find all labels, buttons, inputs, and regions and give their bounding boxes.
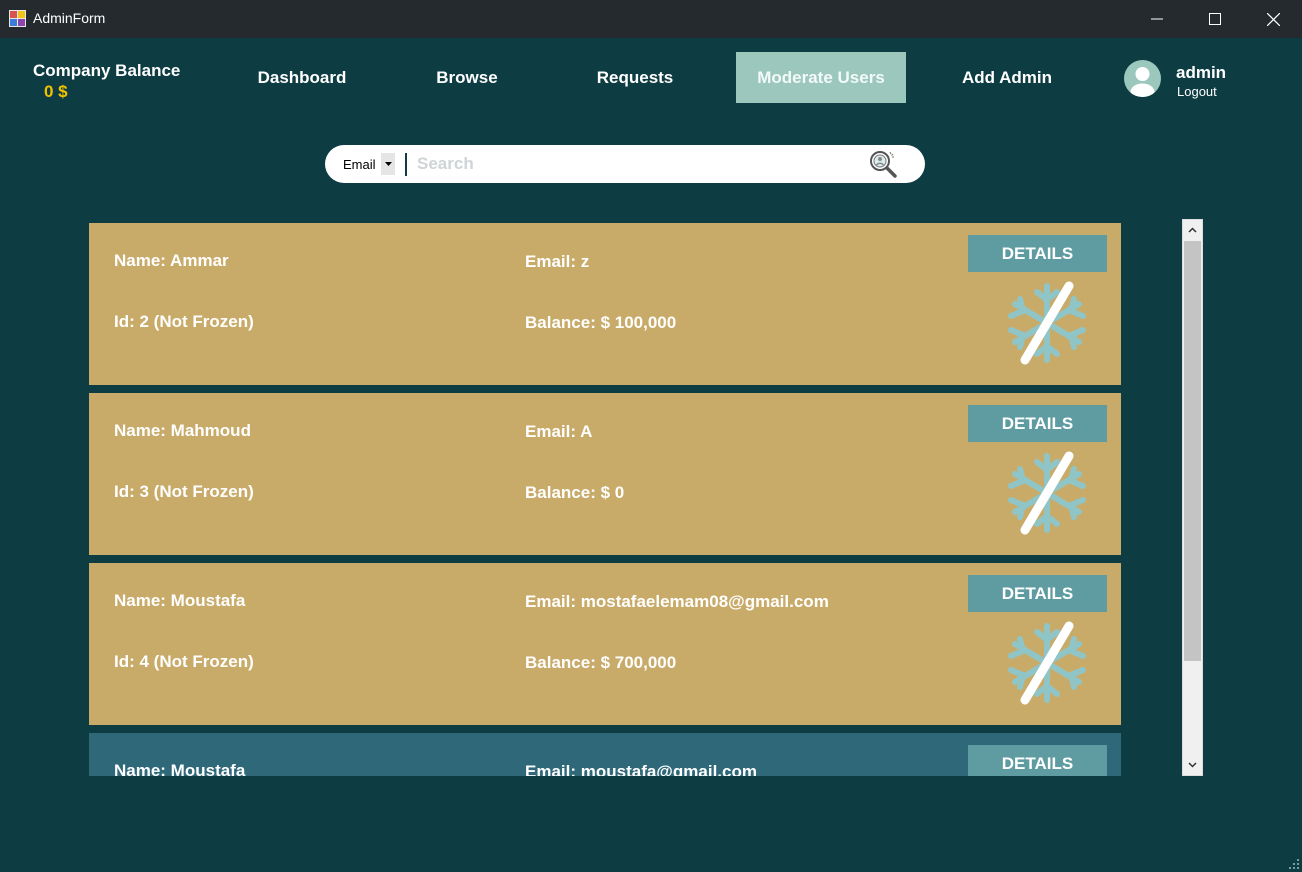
user-card: Name: Moustafa Id: 4 (Not Frozen) Email:… [89,563,1121,725]
unfreeze-icon[interactable] [1003,450,1091,536]
nav-add-admin[interactable]: Add Admin [930,52,1084,103]
list-scrollbar[interactable] [1182,219,1203,776]
search-filter-value: Email [343,156,376,172]
company-balance-value: 0 $ [44,82,68,101]
nav-browse[interactable]: Browse [400,52,534,103]
user-id-status-text: Id: 4 (Not Frozen) [114,652,254,671]
logout-link[interactable]: Logout [1177,84,1217,99]
window-title: AdminForm [33,10,106,26]
nav-dashboard[interactable]: Dashboard [226,52,378,103]
unfreeze-icon[interactable] [1003,280,1091,366]
search-divider [405,153,407,176]
app-icon [9,10,26,27]
company-balance-label: Company Balance [33,61,181,80]
user-name-text: Name: Mahmoud [114,421,251,440]
minimize-button[interactable] [1128,0,1186,38]
close-button[interactable] [1244,0,1302,38]
maximize-icon [1209,13,1221,25]
details-button[interactable]: DETAILS [968,745,1107,776]
user-name-text: Name: Moustafa [114,591,246,610]
user-card: Name: Mahmoud Id: 3 (Not Frozen) Email: … [89,393,1121,555]
user-name: admin [1176,63,1227,82]
user-name-text: Name: Moustafa [114,761,246,776]
close-icon [1266,12,1280,26]
user-id-status-text: Id: 3 (Not Frozen) [114,482,254,501]
details-button[interactable]: DETAILS [968,575,1107,612]
user-card: Name: Ammar Id: 2 (Not Frozen) Email: z … [89,223,1121,385]
user-email-text: Email: z [525,252,590,271]
details-button[interactable]: DETAILS [968,235,1107,272]
unfreeze-icon[interactable] [1003,620,1091,706]
scroll-thumb[interactable] [1184,241,1201,661]
minimize-icon [1151,18,1163,20]
chevron-up-icon [1188,227,1197,233]
user-id-status-text: Id: 2 (Not Frozen) [114,312,254,331]
nav-requests[interactable]: Requests [560,52,710,103]
search-icon[interactable] [867,148,899,180]
user-balance-text: Balance: $ 100,000 [525,313,677,332]
scroll-down-button[interactable] [1183,755,1202,775]
search-input[interactable] [417,152,857,176]
search-bar: Email [325,145,925,183]
user-name-text: Name: Ammar [114,251,229,270]
user-balance-text: Balance: $ 0 [525,483,625,502]
user-list: Name: Ammar Id: 2 (Not Frozen) Email: z … [89,223,1121,776]
user-balance-text: Balance: $ 700,000 [525,653,677,672]
resize-grip-icon[interactable] [1288,858,1300,870]
user-card-selected: Name: Moustafa Email: moustafa@gmail.com… [89,733,1121,776]
search-filter-dropdown[interactable]: Email [343,153,395,175]
user-email-text: Email: A [525,422,593,441]
details-button[interactable]: DETAILS [968,405,1107,442]
scroll-up-button[interactable] [1183,220,1202,240]
chevron-down-icon [1188,762,1197,768]
dropdown-arrow-icon[interactable] [381,153,395,175]
nav-moderate-users[interactable]: Moderate Users [736,52,906,103]
user-email-text: Email: mostafaelemam08@gmail.com [525,592,829,611]
maximize-button[interactable] [1186,0,1244,38]
title-bar: AdminForm [0,0,1302,38]
user-avatar-icon[interactable] [1124,60,1161,97]
user-email-text: Email: moustafa@gmail.com [525,762,757,776]
